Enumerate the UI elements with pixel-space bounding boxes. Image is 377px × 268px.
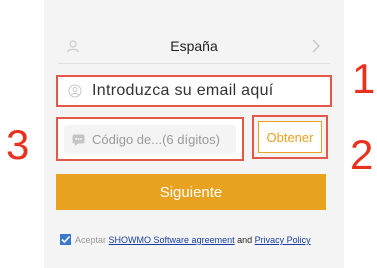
code-field-highlight: [56, 117, 244, 161]
user-icon: [68, 84, 82, 103]
annotation-2: 2: [350, 131, 374, 178]
country-value: España: [170, 38, 218, 54]
privacy-policy-link[interactable]: Privacy Policy: [255, 235, 311, 245]
email-field-highlight: [56, 75, 332, 107]
message-icon: [72, 133, 85, 151]
agreement-row: Aceptar SHOWMO Software agreement and Pr…: [60, 234, 360, 250]
agreement-checkbox[interactable]: [60, 234, 71, 245]
chevron-right-icon: [312, 39, 320, 58]
country-selector[interactable]: España: [58, 30, 330, 64]
software-agreement-link[interactable]: SHOWMO Software agreement: [109, 235, 235, 245]
annotation-3: 3: [6, 121, 30, 168]
agreement-and: and: [237, 235, 253, 245]
agreement-prefix: Aceptar: [75, 235, 107, 245]
obtener-highlight: Obtener: [252, 115, 328, 159]
code-field: [64, 125, 236, 153]
next-button[interactable]: Siguiente: [56, 174, 326, 210]
annotation-1: 1: [352, 55, 376, 102]
email-input[interactable]: [92, 80, 324, 102]
verification-code-input[interactable]: [92, 129, 232, 149]
get-code-button[interactable]: Obtener: [258, 121, 322, 153]
